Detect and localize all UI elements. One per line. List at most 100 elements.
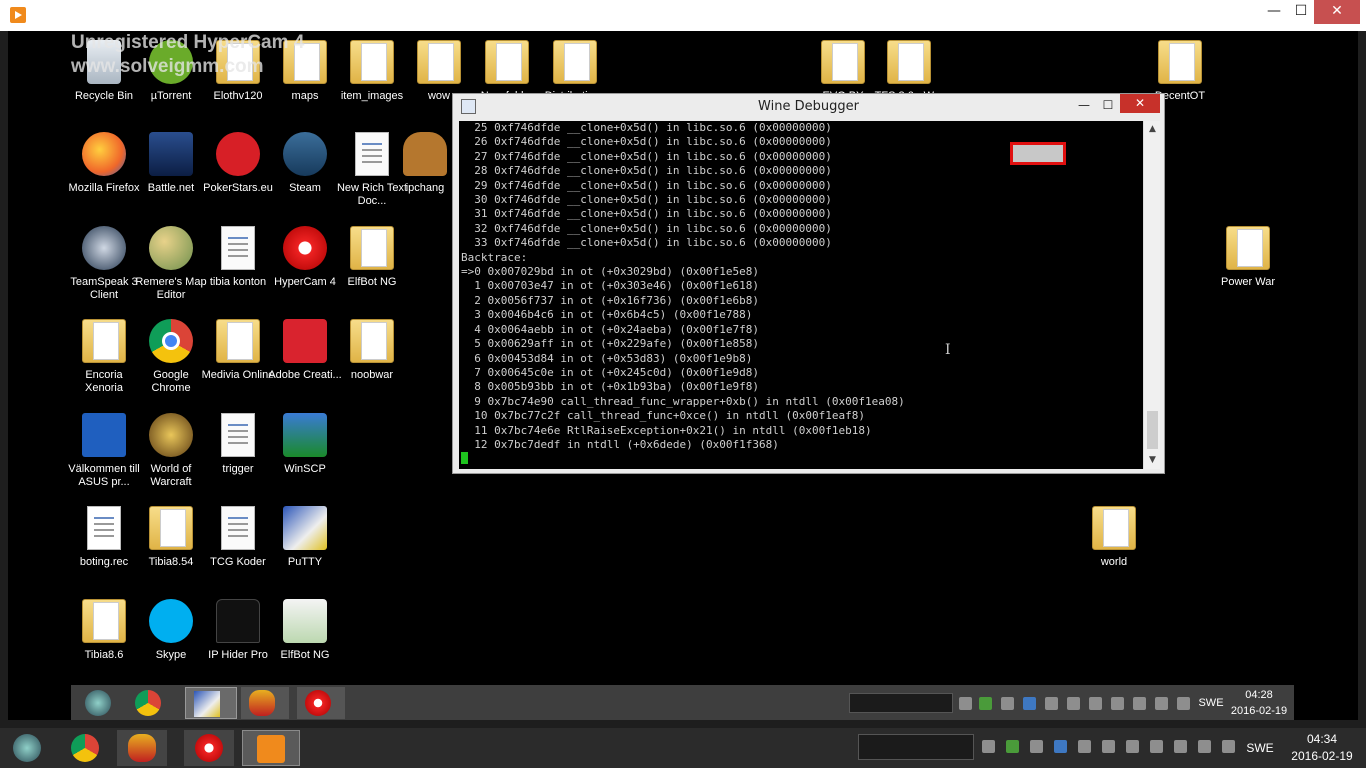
scrollbar-thumb[interactable] [1147, 411, 1158, 449]
taskbar-wow[interactable] [2, 730, 52, 766]
desktop-icon-tibia854[interactable]: Tibia8.54 [133, 506, 209, 569]
folder-icon [1226, 226, 1270, 270]
player-title-bar: — ☐ ✕ [0, 0, 1366, 31]
desktop-icon-trigger[interactable]: trigger [200, 413, 276, 476]
desktop-icon-firefox[interactable]: Mozilla Firefox [66, 132, 142, 195]
tray-icon[interactable] [1089, 697, 1102, 710]
clock-time[interactable]: 04:34 [1282, 732, 1362, 746]
battery-icon[interactable] [1174, 740, 1187, 753]
console-line: 25 0xf746dfde __clone+0x5d() in libc.so.… [461, 121, 832, 134]
action-center-icon[interactable] [1067, 697, 1080, 710]
wine-minimize-button[interactable]: — [1071, 96, 1097, 116]
wine-close-button[interactable]: ✕ [1120, 94, 1160, 113]
steam-icon [283, 132, 327, 176]
desktop-icon-chrome[interactable]: Google Chrome [133, 319, 209, 395]
recorded-taskbar-putty[interactable] [185, 687, 237, 719]
skype-icon [149, 599, 193, 643]
clock-date[interactable]: 2016-02-19 [1282, 749, 1362, 763]
taskbar-elfbot[interactable] [117, 730, 167, 766]
scroll-down-icon[interactable]: ▼ [1144, 452, 1161, 469]
desktop-icon-battle-net[interactable]: Battle.net [133, 132, 209, 195]
recorded-taskbar-chrome[interactable] [127, 687, 171, 719]
desktop-icon-adobe-cc[interactable]: Adobe Creati... [267, 319, 343, 382]
windows-icon[interactable] [1150, 740, 1163, 753]
volume-icon[interactable] [1222, 740, 1235, 753]
desktop-icon-power-war[interactable]: Power War [1210, 226, 1286, 289]
desktop-icon-tcg-koder[interactable]: TCG Koder [200, 506, 276, 569]
desktop-icon-winscp[interactable]: WinSCP [267, 413, 343, 476]
tray-icon[interactable] [1078, 740, 1091, 753]
recorder-controls[interactable] [849, 693, 953, 713]
taskbar-media-player[interactable] [242, 730, 300, 766]
folder-icon [216, 319, 260, 363]
tray-icon[interactable] [1001, 697, 1014, 710]
volume-icon[interactable] [1177, 697, 1190, 710]
recorded-taskbar-elfbot[interactable] [241, 687, 289, 719]
warcraft-icon [13, 734, 41, 762]
tray-icon[interactable] [982, 740, 995, 753]
desktop-icon-elfbot[interactable]: ElfBot NG [334, 226, 410, 289]
taskbar-hypercam[interactable] [184, 730, 234, 766]
tray-icon[interactable] [959, 697, 972, 710]
desktop-icon-remeres[interactable]: Remere's Map Editor [133, 226, 209, 302]
signal-icon[interactable] [1155, 697, 1168, 710]
tray-icon[interactable] [1023, 697, 1036, 710]
desktop-icon-boting-rec[interactable]: boting.rec [66, 506, 142, 569]
desktop-icon-asus[interactable]: Välkommen till ASUS pr... [66, 413, 142, 489]
recorder-controls[interactable] [858, 734, 974, 760]
tray-icon[interactable] [1054, 740, 1067, 753]
wine-debugger-title-bar[interactable]: Wine Debugger — ☐ ✕ [453, 94, 1164, 120]
desktop-icon-elfbot-2[interactable]: ElfBot NG [267, 599, 343, 662]
console-line: 33 0xf746dfde __clone+0x5d() in libc.so.… [461, 236, 832, 250]
console-scrollbar[interactable]: ▲ ▼ [1143, 121, 1160, 469]
maximize-button[interactable]: ☐ [1284, 0, 1318, 24]
desktop-icon-pokerstars[interactable]: PokerStars.eu [200, 132, 276, 195]
desktop-icon-label: noobwar [350, 369, 394, 381]
desktop-icon-putty[interactable]: PuTTY [267, 506, 343, 569]
tray-icon[interactable] [1030, 740, 1043, 753]
nvidia-icon[interactable] [979, 697, 992, 710]
recorded-taskbar-hypercam[interactable] [297, 687, 345, 719]
desktop-icon-wow-game[interactable]: World of Warcraft [133, 413, 209, 489]
recorded-clock-date[interactable]: 2016-02-19 [1229, 704, 1289, 718]
battery-icon[interactable] [1133, 697, 1146, 710]
close-button[interactable]: ✕ [1314, 0, 1360, 24]
console-line: 3 0x0046b4c6 in ot (+0x6b4c5) (0x00f1e78… [461, 308, 753, 322]
taskbar-chrome[interactable] [60, 730, 110, 766]
elfbot-icon [128, 734, 156, 762]
language-indicator[interactable]: SWE [1244, 741, 1276, 755]
desktop-icon-skype[interactable]: Skype [133, 599, 209, 662]
desktop-icon-medivia[interactable]: Medivia Online [200, 319, 276, 382]
console-line: 4 0x0064aebb in ot (+0x24aeba) (0x00f1e7… [461, 322, 760, 336]
desktop-icon-label: Steam [289, 182, 321, 194]
signal-icon[interactable] [1198, 740, 1211, 753]
desktop-icon-tibia86[interactable]: Tibia8.6 [66, 599, 142, 662]
wine-maximize-button[interactable]: ☐ [1095, 96, 1121, 116]
desktop-icon-ip-hider[interactable]: IP Hider Pro [200, 599, 276, 662]
desktop-icon-encoria[interactable]: Encoria Xenoria [66, 319, 142, 395]
desktop-icon-world[interactable]: world [1076, 506, 1152, 569]
recorded-taskbar-wow[interactable] [77, 687, 121, 719]
desktop-icon-label: ipchang [405, 182, 445, 194]
desktop-icon-teamspeak[interactable]: TeamSpeak 3 Client [66, 226, 142, 302]
desktop-icon-item-images[interactable]: item_images [334, 40, 410, 103]
debugger-console[interactable]: 25 0xf746dfde __clone+0x5d() in libc.so.… [459, 121, 1143, 469]
scroll-up-icon[interactable]: ▲ [1144, 121, 1161, 138]
desktop-icon-tibia-konton[interactable]: tibia konton [200, 226, 276, 289]
teamspeak-icon [82, 226, 126, 270]
nvidia-icon[interactable] [1006, 740, 1019, 753]
chrome-icon [149, 319, 193, 363]
recorded-clock-time[interactable]: 04:28 [1229, 688, 1289, 702]
windows-icon[interactable] [1111, 697, 1124, 710]
action-center-icon[interactable] [1102, 740, 1115, 753]
tray-icon[interactable] [1126, 740, 1139, 753]
desktop-icon-label: Encoria Xenoria [85, 369, 123, 394]
desktop-icon-noobwar[interactable]: noobwar [334, 319, 410, 382]
document-icon [221, 506, 255, 550]
language-indicator[interactable]: SWE [1197, 696, 1225, 710]
tray-icon[interactable] [1045, 697, 1058, 710]
desktop-icon-steam[interactable]: Steam [267, 132, 343, 195]
folder-icon [485, 40, 529, 84]
desktop-icon-ipchang[interactable]: ipchang [397, 132, 453, 195]
desktop-icon-hypercam[interactable]: HyperCam 4 [267, 226, 343, 289]
